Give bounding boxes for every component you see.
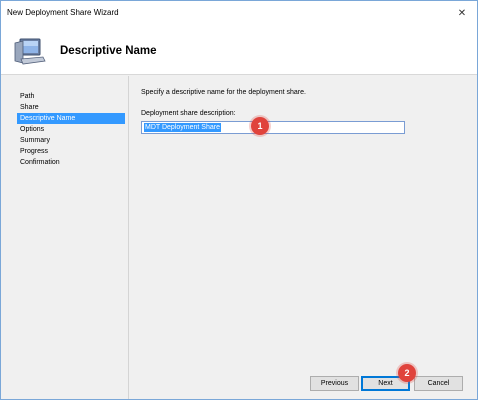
wizard-window: New Deployment Share Wizard ✕ Descriptiv…	[0, 0, 478, 400]
previous-button[interactable]: Previous	[310, 376, 359, 391]
wizard-nav: Path Share Descriptive Name Options Summ…	[1, 76, 129, 399]
close-icon: ✕	[457, 7, 467, 19]
nav-item-confirmation[interactable]: Confirmation	[17, 157, 125, 168]
wizard-footer: Previous Next Cancel	[130, 366, 477, 399]
wizard-header: Descriptive Name	[1, 25, 477, 75]
deployment-share-description-label: Deployment share description:	[141, 110, 236, 117]
input-value: MDT Deployment Share	[144, 123, 221, 132]
step-badge-1: 1	[251, 117, 269, 135]
window-title: New Deployment Share Wizard	[7, 8, 119, 17]
page-description: Specify a descriptive name for the deplo…	[141, 89, 306, 96]
close-button[interactable]: ✕	[447, 1, 477, 25]
wizard-content: Specify a descriptive name for the deplo…	[130, 76, 477, 366]
computer-icon	[14, 38, 46, 65]
nav-item-path[interactable]: Path	[17, 91, 125, 102]
nav-item-share[interactable]: Share	[17, 102, 125, 113]
nav-item-progress[interactable]: Progress	[17, 146, 125, 157]
nav-item-options[interactable]: Options	[17, 124, 125, 135]
deployment-share-description-input[interactable]: MDT Deployment Share	[141, 121, 405, 134]
nav-item-descriptive-name[interactable]: Descriptive Name	[17, 113, 125, 124]
page-title: Descriptive Name	[60, 45, 157, 57]
nav-item-summary[interactable]: Summary	[17, 135, 125, 146]
title-bar: New Deployment Share Wizard ✕	[1, 1, 477, 25]
cancel-button[interactable]: Cancel	[414, 376, 463, 391]
step-badge-2: 2	[398, 364, 416, 382]
